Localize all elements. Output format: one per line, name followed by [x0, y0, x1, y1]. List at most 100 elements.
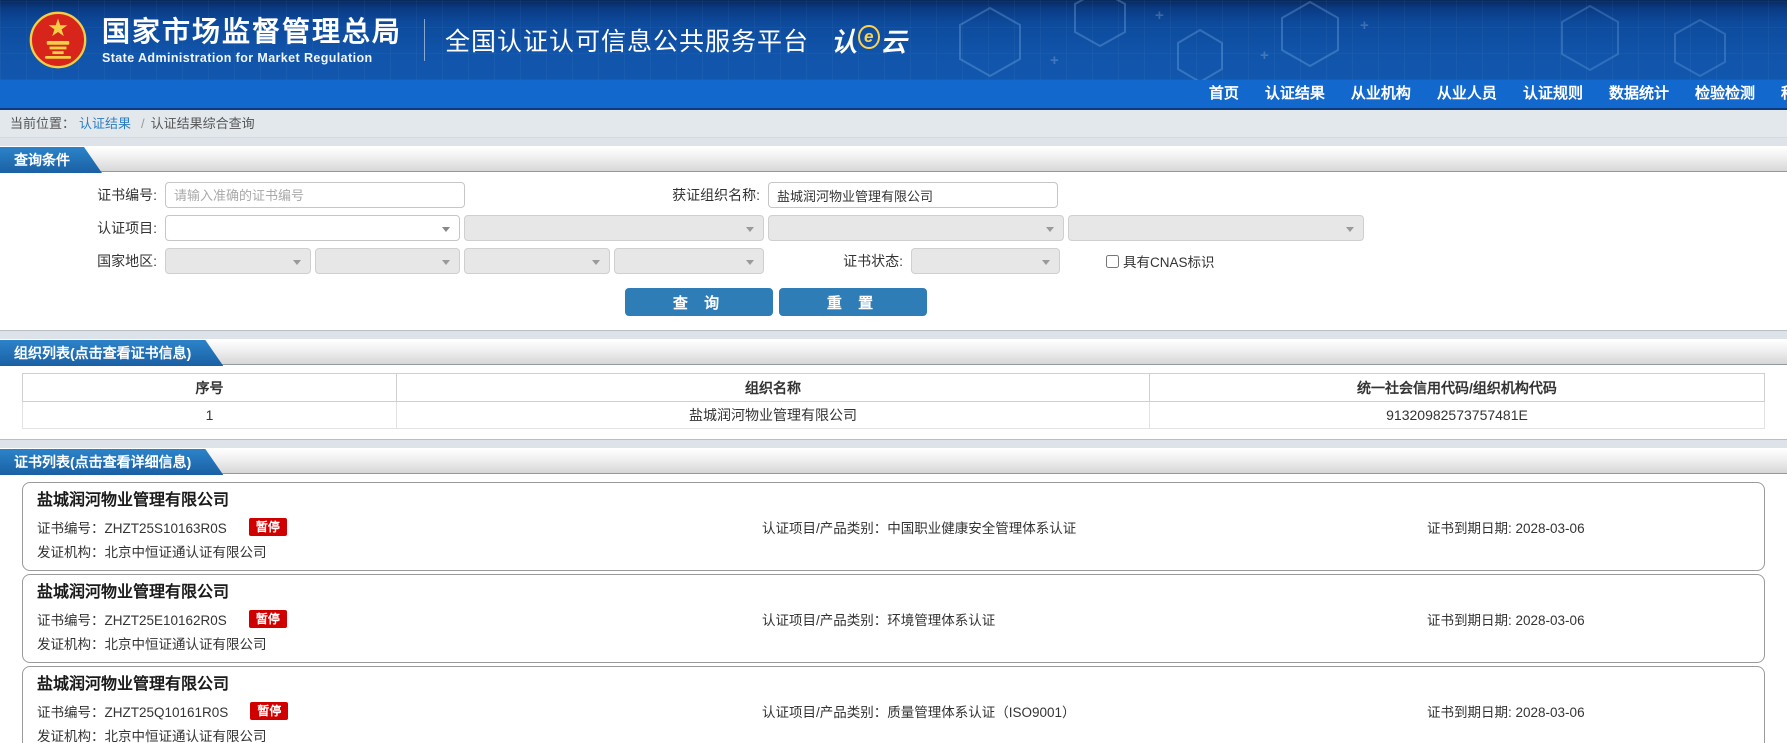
national-emblem-icon [29, 11, 87, 69]
org-table: 序号 组织名称 统一社会信用代码/组织机构代码 1 盐城润河物业管理有限公司 9… [22, 373, 1765, 429]
cert-no-group: 证书编号：ZHZT25S10163R0S 暂停 [23, 517, 762, 537]
issuer-row: 发证机构：北京中恒证通认证有限公司 [23, 724, 1764, 743]
expiry-label: 证书到期日期: [1427, 521, 1516, 536]
region-select-2[interactable] [315, 248, 460, 274]
chevron-down-icon [746, 227, 754, 236]
nav-item-inspection[interactable]: 检验检测 [1682, 80, 1768, 108]
cert-section: 盐城润河物业管理有限公司 证书编号：ZHZT25S10163R0S 暂停 认证项… [0, 474, 1787, 743]
expiry-value: 2028-03-06 [1515, 521, 1585, 536]
nav-item-statistics[interactable]: 数据统计 [1596, 80, 1682, 108]
platform-title: 全国认证认可信息公共服务平台 [445, 28, 810, 56]
button-row: 查 询 重 置 [625, 288, 1787, 316]
issuer-value: 北京中恒证通认证有限公司 [104, 637, 267, 652]
breadcrumb-link-cert-results[interactable]: 认证结果 [79, 116, 131, 131]
main-nav: 首页 认证结果 从业机构 从业人员 认证规则 数据统计 检验检测 科 [0, 80, 1787, 110]
org-row-seq: 1 [22, 401, 397, 429]
cert-no-value: ZHZT25S10163R0S [104, 521, 227, 536]
project-select-3[interactable] [768, 215, 1064, 241]
org-table-row[interactable]: 1 盐城润河物业管理有限公司 91320982573757481E [22, 401, 1765, 429]
issuer-value: 北京中恒证通认证有限公司 [104, 729, 267, 743]
cert-cards-wrap: 盐城润河物业管理有限公司 证书编号：ZHZT25S10163R0S 暂停 认证项… [0, 474, 1787, 743]
chevron-down-icon [1346, 227, 1354, 236]
breadcrumb: 当前位置： 认证结果 / 认证结果综合查询 [0, 110, 1787, 138]
chevron-down-icon [442, 260, 450, 269]
org-section-tab: 组织列表(点击查看证书信息) [0, 340, 223, 366]
cnas-checkbox-group: 具有CNAS标识 [1106, 251, 1215, 271]
site-header: + + + + 国家市场监督管理总局 State Administration for [0, 0, 1787, 80]
status-badge: 暂停 [248, 610, 287, 628]
nav-item-partial[interactable]: 科 [1768, 80, 1787, 108]
search-button[interactable]: 查 询 [625, 288, 773, 316]
chevron-down-icon [442, 227, 450, 236]
expiry-label: 证书到期日期: [1427, 613, 1516, 628]
agency-name-cn: 国家市场监督管理总局 [102, 15, 403, 47]
cert-card-org-name: 盐城润河物业管理有限公司 [37, 492, 230, 509]
nav-item-institutions[interactable]: 从业机构 [1338, 80, 1424, 108]
project-label: 认证项目/产品类别： [762, 521, 888, 536]
org-col-code: 统一社会信用代码/组织机构代码 [1149, 373, 1765, 402]
nav-item-cert-results[interactable]: 认证结果 [1252, 80, 1338, 108]
region-select-4[interactable] [614, 248, 764, 274]
issuer-row: 发证机构：北京中恒证通认证有限公司 [23, 540, 1764, 566]
nav-item-rules[interactable]: 认证规则 [1510, 80, 1596, 108]
issuer-row: 发证机构：北京中恒证通认证有限公司 [23, 632, 1764, 658]
cert-section-tabbar: 证书列表(点击查看详细信息) [0, 448, 1787, 474]
issuer-label: 发证机构： [37, 729, 105, 743]
region-label: 国家地区: [97, 253, 157, 269]
project-label: 认证项目: [97, 220, 157, 236]
org-name-input[interactable] [768, 182, 1058, 208]
cert-no-label: 证书编号： [37, 521, 105, 536]
status-select[interactable] [911, 248, 1060, 274]
project-select-4[interactable] [1068, 215, 1364, 241]
cert-no-value: ZHZT25Q10161R0S [104, 705, 229, 720]
reset-button[interactable]: 重 置 [779, 288, 927, 316]
issuer-label: 发证机构： [37, 637, 105, 652]
chevron-down-icon [293, 260, 301, 269]
project-select-2[interactable] [464, 215, 764, 241]
nav-item-home[interactable]: 首页 [1196, 80, 1252, 108]
org-section: 序号 组织名称 统一社会信用代码/组织机构代码 1 盐城润河物业管理有限公司 9… [0, 365, 1787, 440]
form-row-2: 认证项目: [0, 215, 1787, 241]
cert-no-label: 证书编号： [37, 613, 105, 628]
cnas-label: 具有CNAS标识 [1123, 255, 1215, 270]
cert-card-3[interactable]: 盐城润河物业管理有限公司 证书编号：ZHZT25Q10161R0S 暂停 认证项… [22, 666, 1765, 743]
project-group: 认证项目/产品类别：质量管理体系认证（ISO9001） [762, 701, 1427, 721]
region-select-3[interactable] [464, 248, 610, 274]
query-section: 证书编号: 获证组织名称: 认证项目: 国家地区: 证书状态: [0, 172, 1787, 331]
expiry-value: 2028-03-06 [1515, 705, 1585, 720]
query-section-tabbar: 查询条件 [0, 146, 1787, 172]
expiry-group: 证书到期日期: 2028-03-06 [1427, 517, 1764, 537]
chevron-down-icon [1046, 227, 1054, 236]
project-select-1[interactable] [165, 215, 460, 241]
expiry-label: 证书到期日期: [1427, 705, 1516, 720]
query-form: 证书编号: 获证组织名称: 认证项目: 国家地区: 证书状态: [0, 172, 1787, 330]
cert-no-value: ZHZT25E10162R0S [104, 613, 227, 628]
cert-section-tab: 证书列表(点击查看详细信息) [0, 449, 223, 475]
project-label: 认证项目/产品类别： [762, 705, 888, 720]
expiry-group: 证书到期日期: 2028-03-06 [1427, 701, 1764, 721]
expiry-value: 2028-03-06 [1515, 613, 1585, 628]
org-section-tabbar: 组织列表(点击查看证书信息) [0, 339, 1787, 365]
org-row-name: 盐城润河物业管理有限公司 [396, 401, 1150, 429]
cert-card-1[interactable]: 盐城润河物业管理有限公司 证书编号：ZHZT25S10163R0S 暂停 认证项… [22, 482, 1765, 571]
cert-card-2[interactable]: 盐城润河物业管理有限公司 证书编号：ZHZT25E10162R0S 暂停 认证项… [22, 574, 1765, 663]
org-table-wrap: 序号 组织名称 统一社会信用代码/组织机构代码 1 盐城润河物业管理有限公司 9… [0, 365, 1787, 439]
project-value: 环境管理体系认证 [887, 613, 996, 628]
form-row-3: 国家地区: 证书状态: 具有CNAS标识 [0, 248, 1787, 274]
region-select-1[interactable] [165, 248, 311, 274]
project-group: 认证项目/产品类别：环境管理体系认证 [762, 609, 1427, 629]
form-row-1: 证书编号: 获证组织名称: [0, 182, 1787, 208]
query-section-tab: 查询条件 [0, 147, 102, 173]
project-group: 认证项目/产品类别：中国职业健康安全管理体系认证 [762, 517, 1427, 537]
title-divider [424, 19, 426, 61]
status-badge: 暂停 [250, 702, 289, 720]
chevron-down-icon [592, 260, 600, 269]
org-col-name: 组织名称 [396, 373, 1150, 402]
cert-card-detail-row: 证书编号：ZHZT25S10163R0S 暂停 认证项目/产品类别：中国职业健康… [23, 514, 1764, 540]
cert-no-input[interactable] [165, 182, 465, 208]
cnas-checkbox[interactable] [1106, 254, 1119, 268]
cert-card-org-name: 盐城润河物业管理有限公司 [37, 676, 230, 693]
nav-item-personnel[interactable]: 从业人员 [1424, 80, 1510, 108]
cert-card-detail-row: 证书编号：ZHZT25Q10161R0S 暂停 认证项目/产品类别：质量管理体系… [23, 698, 1764, 724]
cert-card-org-name: 盐城润河物业管理有限公司 [37, 584, 230, 601]
